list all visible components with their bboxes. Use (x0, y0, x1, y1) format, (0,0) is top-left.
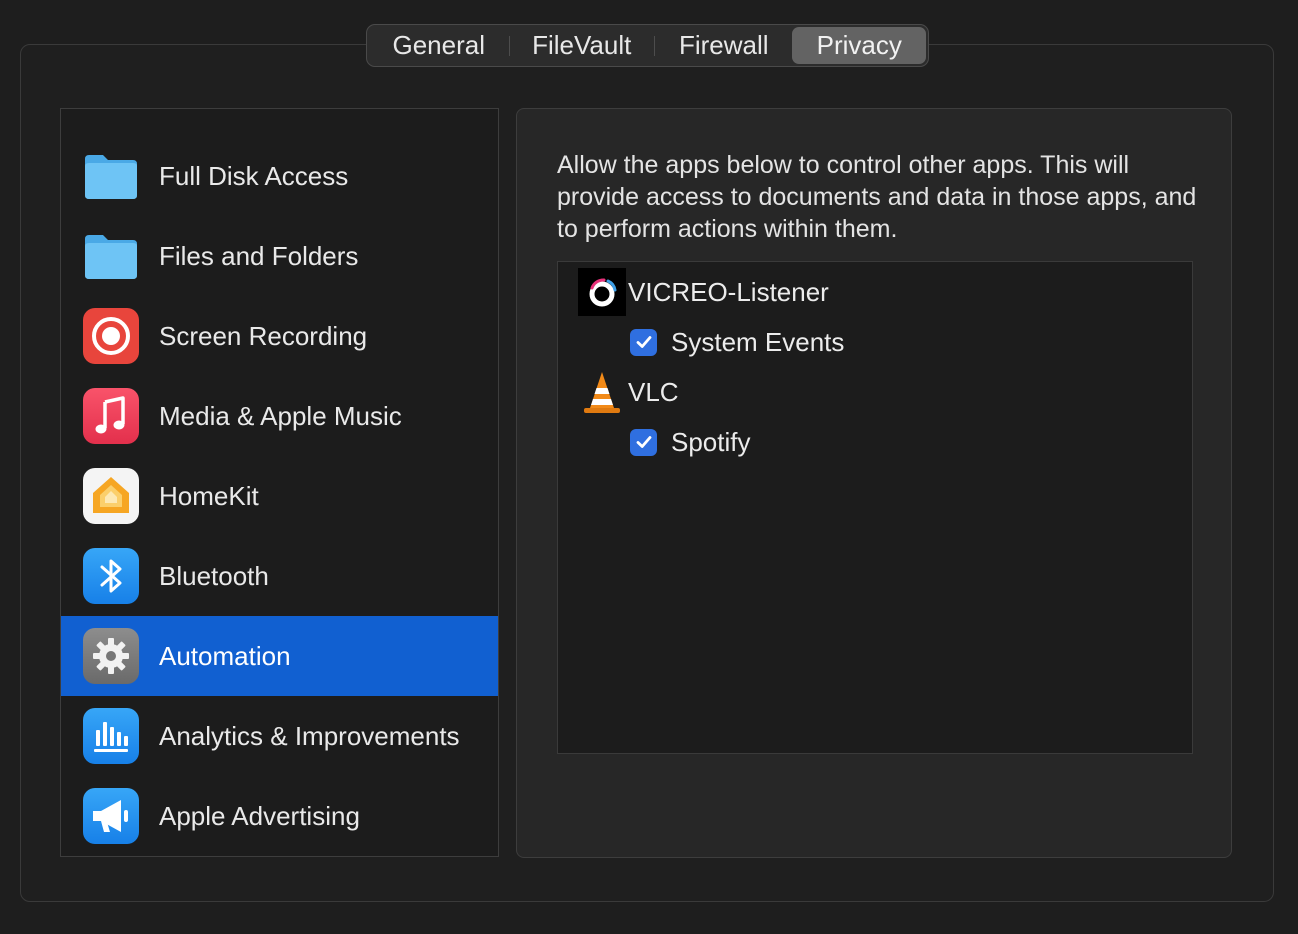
sidebar-item-apple-advertising[interactable]: Apple Advertising (61, 776, 498, 856)
permission-label: System Events (671, 326, 845, 357)
sidebar-item-media-apple-music[interactable]: Media & Apple Music (61, 376, 498, 456)
record-icon (83, 308, 139, 364)
permission-label: Spotify (671, 426, 751, 457)
sidebar-item-label: Analytics & Improvements (159, 720, 460, 751)
sidebar-item-screen-recording[interactable]: Screen Recording (61, 296, 498, 376)
tab-bar: General FileVault Firewall Privacy (366, 24, 929, 67)
checkmark-icon (636, 336, 651, 348)
automation-detail-panel: Allow the apps below to control other ap… (516, 108, 1232, 858)
bluetooth-icon (83, 548, 139, 604)
sidebar-item-label: Full Disk Access (159, 160, 349, 191)
chart-bars-icon (83, 708, 139, 764)
sidebar-item-label: Media & Apple Music (159, 400, 402, 431)
app-name: VICREO-Listener (628, 276, 829, 307)
sidebar-item-automation[interactable]: Automation (61, 616, 498, 696)
checkmark-icon (636, 436, 651, 448)
sidebar-item-label: Files and Folders (159, 240, 359, 271)
app-row-vicreo-listener[interactable]: VICREO-Listener (578, 268, 829, 316)
megaphone-icon (83, 788, 139, 844)
system-events-checkbox[interactable] (630, 328, 657, 356)
app-name: VLC (628, 376, 679, 407)
tab-firewall[interactable]: Firewall (655, 27, 793, 64)
permission-row-system-events[interactable]: System Events (630, 322, 844, 362)
folder-icon (83, 148, 139, 204)
automation-description: Allow the apps below to control other ap… (557, 151, 1197, 243)
sidebar-item-full-disk-access[interactable]: Full Disk Access (61, 136, 498, 216)
privacy-category-list: Full Disk Access Files and Folders Scree… (60, 108, 499, 857)
vicreo-icon (578, 268, 626, 316)
sidebar-item-bluetooth[interactable]: Bluetooth (61, 536, 498, 616)
sidebar-item-files-and-folders[interactable]: Files and Folders (61, 216, 498, 296)
vlc-cone-icon (578, 368, 626, 416)
folder-icon (83, 228, 139, 284)
sidebar-item-label: Automation (159, 640, 291, 671)
tab-privacy[interactable]: Privacy (792, 27, 926, 64)
sidebar-item-label: HomeKit (159, 480, 259, 511)
tab-general[interactable]: General (369, 27, 509, 64)
sidebar-item-homekit[interactable]: HomeKit (61, 456, 498, 536)
sidebar-item-label: Apple Advertising (159, 800, 360, 831)
sidebar-item-label: Bluetooth (159, 560, 269, 591)
sidebar-item-label: Screen Recording (159, 320, 368, 351)
gear-icon (83, 628, 139, 684)
app-row-vlc[interactable]: VLC (578, 368, 679, 416)
spotify-checkbox[interactable] (630, 428, 657, 456)
music-note-icon (83, 388, 139, 444)
sidebar-item-analytics-improvements[interactable]: Analytics & Improvements (61, 696, 498, 776)
home-icon (83, 468, 139, 524)
automation-app-list[interactable]: VICREO-Listener System Events VLC Spotif… (557, 261, 1193, 754)
tab-filevault[interactable]: FileVault (510, 27, 654, 64)
permission-row-spotify[interactable]: Spotify (630, 422, 751, 462)
